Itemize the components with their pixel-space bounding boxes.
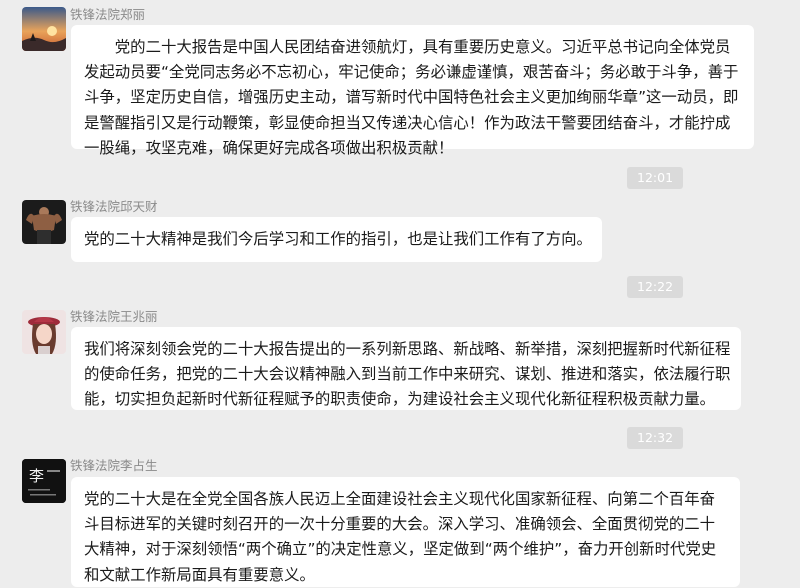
sender-name: 铁锋法院李占生 xyxy=(70,458,158,473)
message-bubble[interactable]: 党的二十大精神是我们今后学习和工作的指引，也是让我们工作有了方向。 xyxy=(71,217,602,262)
message-bubble[interactable]: 我们将深刻领会党的二十大报告提出的一系列新思路、新战略、新举措，深刻把握新时代新… xyxy=(71,327,741,410)
message-text: 党的二十大报告是中国人民团结奋进领航灯，具有重要历史意义。习近平总书记向全体党员… xyxy=(84,38,739,157)
sender-avatar[interactable] xyxy=(22,200,66,244)
chat-message: 铁锋法院王兆丽 我们将深刻领会党的二十大报告提出的一系列新思路、新战略、新举措，… xyxy=(0,302,800,412)
message-bubble[interactable]: 党的二十大是在全党全国各族人民迈上全面建设社会主义现代化国家新征程、向第二个百年… xyxy=(71,477,740,587)
message-text: 我们将深刻领会党的二十大报告提出的一系列新思路、新战略、新举措，深刻把握新时代新… xyxy=(84,340,731,409)
girl-red-hat-avatar-icon xyxy=(22,310,66,354)
sender-name: 铁锋法院郑丽 xyxy=(70,7,146,22)
svg-text:李: 李 xyxy=(29,467,44,485)
sender-avatar[interactable] xyxy=(22,310,66,354)
timestamp: 12:32 xyxy=(627,427,684,449)
chat-message: 铁锋法院郑丽 党的二十大报告是中国人民团结奋进领航灯，具有重要历史意义。习近平总… xyxy=(0,0,800,160)
timestamp: 12:22 xyxy=(627,276,684,298)
chat-message: 李 铁锋法院李占生 党的二十大是在全党全国各族人民迈上全面建设社会主义现代化国家… xyxy=(0,454,800,587)
message-bubble[interactable]: 党的二十大报告是中国人民团结奋进领航灯，具有重要历史意义。习近平总书记向全体党员… xyxy=(71,25,754,157)
muscle-man-avatar-icon xyxy=(22,200,66,244)
sunset-landscape-avatar-icon xyxy=(22,7,66,51)
sender-avatar[interactable]: 李 xyxy=(22,459,66,503)
message-text: 党的二十大精神是我们今后学习和工作的指引，也是让我们工作有了方向。 xyxy=(84,230,592,248)
calligraphy-text-avatar-icon: 李 xyxy=(22,459,66,503)
sender-name: 铁锋法院王兆丽 xyxy=(70,309,158,324)
sender-avatar[interactable] xyxy=(22,7,66,51)
message-text: 党的二十大是在全党全国各族人民迈上全面建设社会主义现代化国家新征程、向第二个百年… xyxy=(84,490,717,584)
chat-message: 铁锋法院邱天财 党的二十大精神是我们今后学习和工作的指引，也是让我们工作有了方向… xyxy=(0,192,800,262)
sender-name: 铁锋法院邱天财 xyxy=(70,199,158,214)
timestamp: 12:01 xyxy=(627,167,684,189)
